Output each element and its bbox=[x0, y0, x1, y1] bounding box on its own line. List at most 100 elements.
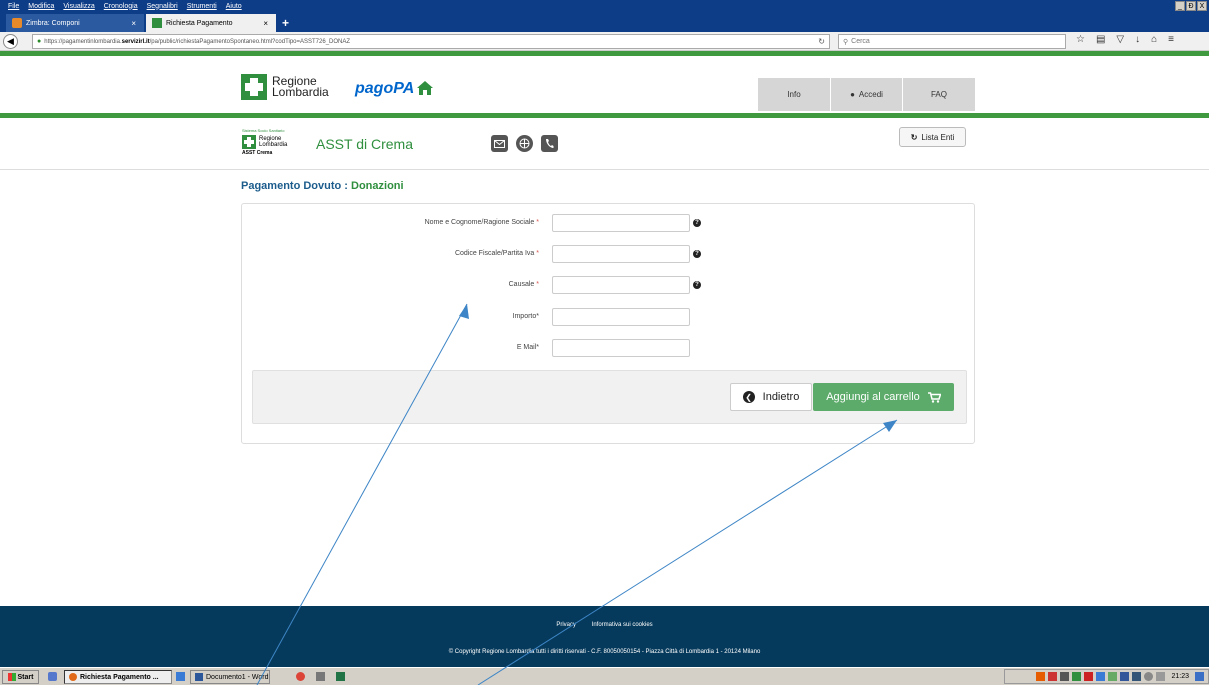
lista-enti-button[interactable]: ↻ Lista Enti bbox=[899, 127, 966, 147]
taskbar-item-word[interactable]: Documento1 - Word bbox=[190, 670, 270, 684]
tray-icon[interactable] bbox=[1036, 672, 1046, 681]
restore-button[interactable]: Ɖ bbox=[1186, 1, 1196, 11]
tray-icon[interactable] bbox=[1060, 672, 1070, 681]
zimbra-icon bbox=[12, 18, 22, 28]
excel-icon[interactable] bbox=[336, 672, 345, 681]
network-icon[interactable] bbox=[1156, 672, 1166, 681]
url-prefix: https://pagamentinlombardia. bbox=[44, 38, 122, 45]
regione-cross-small-icon bbox=[242, 135, 256, 149]
app-icon[interactable] bbox=[316, 672, 325, 681]
logo-line2: Lombardia bbox=[272, 85, 329, 99]
label-text: E Mail* bbox=[516, 344, 539, 351]
close-window-button[interactable]: X bbox=[1197, 1, 1207, 11]
minimize-button[interactable]: _ bbox=[1175, 1, 1185, 11]
tab-zimbra[interactable]: Zimbra: Componi × bbox=[6, 14, 144, 32]
tray-icon[interactable] bbox=[1048, 672, 1058, 681]
start-button[interactable]: Start bbox=[2, 670, 39, 684]
close-tab-icon[interactable]: × bbox=[131, 19, 136, 28]
label-text: Codice Fiscale/Partita Iva bbox=[454, 250, 535, 257]
menu-strumenti[interactable]: Strumenti bbox=[187, 3, 217, 10]
chrome-icon[interactable] bbox=[296, 672, 305, 681]
header-green-line bbox=[0, 113, 1209, 118]
field-label: E Mail* bbox=[517, 344, 539, 351]
url-path: /pa/public/richiestaPagamentoSpontaneo.h… bbox=[149, 38, 351, 45]
field-row-importo: Importo* bbox=[242, 308, 976, 328]
sistema-socio-sanitario-label: Sistema Socio Sanitario bbox=[242, 128, 285, 133]
help-icon[interactable]: ? bbox=[693, 250, 701, 258]
required-mark: * bbox=[536, 281, 539, 288]
tab-label: Richiesta Pagamento bbox=[166, 19, 233, 27]
cart-icon bbox=[927, 391, 941, 403]
contact-icons bbox=[491, 135, 558, 152]
home-icon[interactable]: ⌂ bbox=[1151, 34, 1157, 45]
nav-faq[interactable]: FAQ bbox=[903, 78, 975, 111]
taskbar-item-firefox[interactable]: Richiesta Pagamento ... bbox=[64, 670, 172, 684]
back-arrow-icon[interactable]: ◀ bbox=[3, 34, 18, 49]
hamburger-menu-icon[interactable]: ≡ bbox=[1168, 34, 1174, 45]
tray-icon[interactable] bbox=[1072, 672, 1082, 681]
speaker-icon[interactable] bbox=[1144, 672, 1154, 681]
phone-icon[interactable] bbox=[541, 135, 558, 152]
tab-label: Zimbra: Componi bbox=[26, 19, 80, 27]
regione-lombardia-logo[interactable]: Regione Lombardia bbox=[241, 74, 329, 100]
browser-toolbar: ☆ ▤ ▽ ↓ ⌂ ≡ bbox=[1076, 34, 1174, 45]
entity-name: ASST di Crema bbox=[316, 136, 413, 152]
email-icon[interactable] bbox=[491, 135, 508, 152]
word-icon bbox=[195, 673, 203, 681]
windows-taskbar: Start Richiesta Pagamento ... Documento1… bbox=[0, 667, 1209, 685]
nav-info[interactable]: Info bbox=[758, 78, 830, 111]
download-icon[interactable]: ↓ bbox=[1135, 34, 1140, 45]
entity-bar: Sistema Socio Sanitario Regione Lombardi… bbox=[0, 119, 1209, 170]
causale-input[interactable] bbox=[552, 276, 690, 294]
reading-list-icon[interactable]: ▤ bbox=[1096, 34, 1105, 45]
menu-modifica[interactable]: Modifica bbox=[28, 3, 54, 10]
cookies-link[interactable]: Informativa sui cookies bbox=[592, 622, 653, 628]
tray-icon[interactable] bbox=[1132, 672, 1142, 681]
nome-cognome-input[interactable] bbox=[552, 214, 690, 232]
tray-icon[interactable] bbox=[1084, 672, 1094, 681]
menu-cronologia[interactable]: Cronologia bbox=[104, 3, 138, 10]
required-mark: * bbox=[536, 219, 539, 226]
url-domain: servizirl.it bbox=[121, 38, 150, 45]
tray-icon[interactable] bbox=[1096, 672, 1106, 681]
help-icon[interactable]: ? bbox=[693, 219, 701, 227]
menu-aiuto[interactable]: Aiuto bbox=[226, 3, 242, 10]
indietro-label: Indietro bbox=[762, 391, 800, 403]
field-label: Nome e Cognome/Ragione Sociale * bbox=[425, 219, 539, 226]
taskbar-label: Documento1 - Word bbox=[206, 673, 269, 681]
home-icon[interactable] bbox=[416, 80, 434, 96]
show-desktop-icon[interactable] bbox=[1195, 672, 1204, 681]
nav-accedi[interactable]: ● Accedi bbox=[831, 78, 902, 111]
email-input[interactable] bbox=[552, 339, 690, 357]
privacy-link[interactable]: Privacy bbox=[556, 622, 576, 628]
lock-icon: ● bbox=[37, 38, 42, 45]
bookmark-star-icon[interactable]: ☆ bbox=[1076, 34, 1085, 45]
aggiungi-carrello-button[interactable]: Aggiungi al carrello bbox=[813, 383, 954, 411]
tab-richiesta-pagamento[interactable]: Richiesta Pagamento × bbox=[146, 14, 276, 32]
indietro-button[interactable]: ❮ Indietro bbox=[730, 383, 812, 411]
codice-fiscale-input[interactable] bbox=[552, 245, 690, 263]
reload-icon[interactable]: ↻ bbox=[818, 37, 825, 46]
field-label: Codice Fiscale/Partita Iva * bbox=[455, 250, 539, 257]
pagopa-logo[interactable]: pagoPA bbox=[355, 80, 414, 98]
menu-segnalibri[interactable]: Segnalibri bbox=[147, 3, 178, 10]
tray-icon[interactable] bbox=[1108, 672, 1118, 681]
pocket-icon[interactable]: ▽ bbox=[1116, 34, 1124, 45]
menu-visualizza[interactable]: Visualizza bbox=[63, 3, 94, 10]
importo-input[interactable] bbox=[552, 308, 690, 326]
new-tab-button[interactable]: + bbox=[282, 16, 289, 30]
field-label: Causale * bbox=[509, 281, 539, 288]
page-title: Pagamento Dovuto : Donazioni bbox=[241, 180, 404, 192]
label-text: Causale bbox=[508, 281, 535, 288]
tray-icon[interactable] bbox=[1120, 672, 1130, 681]
ent-rl-text: Regione Lombardia bbox=[259, 136, 287, 148]
outlook-icon[interactable] bbox=[176, 672, 185, 681]
quicklaunch-icon[interactable] bbox=[48, 672, 57, 681]
address-bar[interactable]: ● https://pagamentinlombardia. servizirl.… bbox=[32, 34, 830, 49]
close-tab-icon[interactable]: × bbox=[263, 19, 268, 28]
search-input[interactable]: ⚲ Cerca bbox=[838, 34, 1066, 49]
globe-icon[interactable] bbox=[516, 135, 533, 152]
menu-file[interactable]: File bbox=[8, 3, 19, 10]
copyright-text: © Copyright Regione Lombardia tutti i di… bbox=[448, 649, 761, 655]
help-icon[interactable]: ? bbox=[693, 281, 701, 289]
